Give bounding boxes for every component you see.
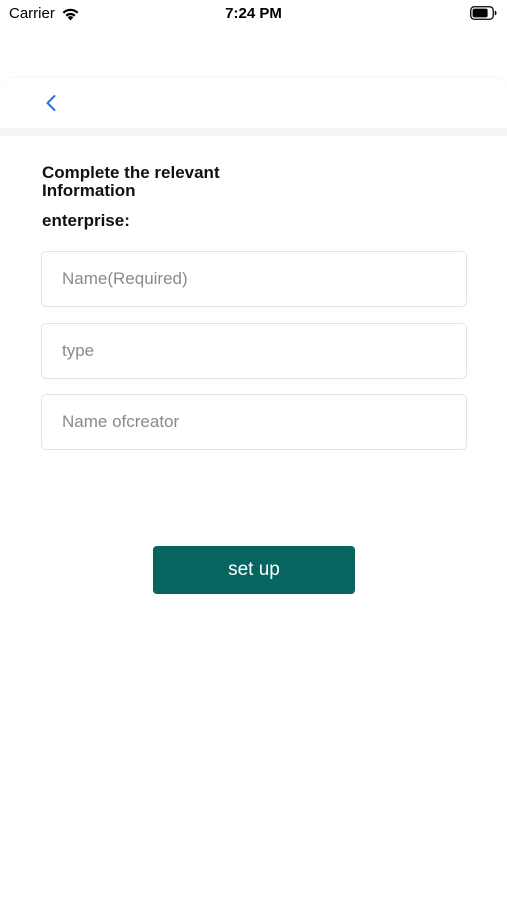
chevron-left-icon — [46, 95, 56, 111]
creator-name-field[interactable] — [41, 394, 467, 450]
type-field[interactable] — [41, 323, 467, 379]
name-input[interactable] — [42, 252, 466, 306]
type-input[interactable] — [42, 324, 466, 378]
creator-name-input[interactable] — [42, 395, 466, 449]
nav-divider — [0, 128, 507, 136]
page-title: Complete the relevant Information — [42, 163, 220, 200]
section-label: enterprise: — [42, 211, 130, 230]
status-bar: Carrier 7:24 PM — [0, 0, 507, 28]
back-button[interactable] — [38, 90, 64, 116]
status-time: 7:24 PM — [225, 5, 282, 22]
set-up-button[interactable]: set up — [153, 546, 355, 594]
battery-icon — [470, 6, 497, 20]
nav-bar — [0, 78, 507, 128]
name-field[interactable] — [41, 251, 467, 307]
enterprise-setup-screen: Carrier 7:24 PM Complete the relevant In… — [0, 0, 507, 900]
